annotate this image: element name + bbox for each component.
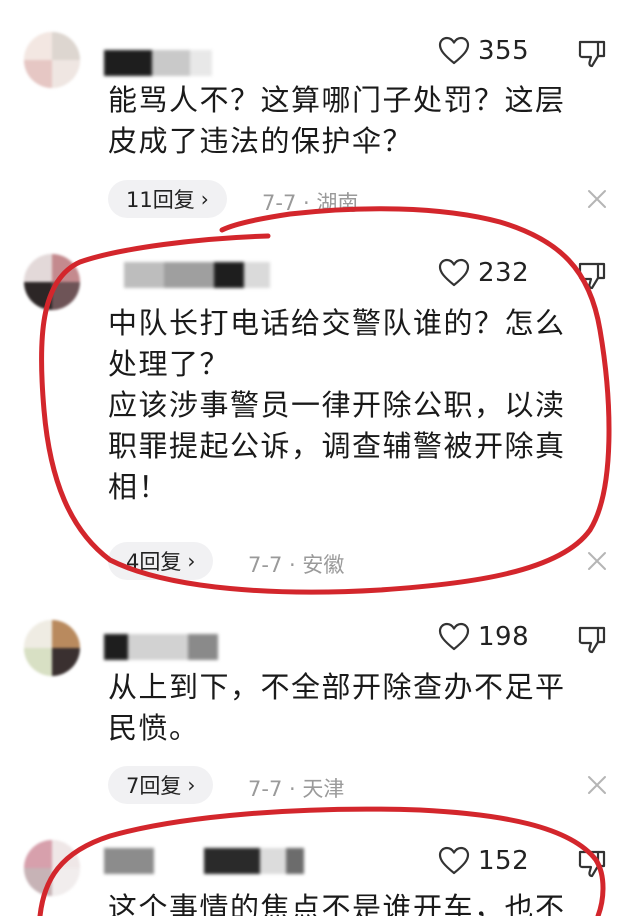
like-button[interactable]: 152 <box>438 846 529 876</box>
thumbs-down-icon[interactable] <box>576 624 608 656</box>
heart-outline-icon <box>438 36 470 65</box>
avatar[interactable] <box>24 32 80 88</box>
like-count: 152 <box>478 846 530 876</box>
close-icon[interactable] <box>586 774 608 796</box>
comment-text: 从上到下，不全部开除查办不足平 民愤。 <box>108 670 566 745</box>
comment-text: 中队长打电话给交警队谁的？怎么 处理了？ 应该涉事警员一律开除公职，以渎 职罪提… <box>108 306 566 504</box>
chevron-right-icon: › <box>187 549 196 573</box>
comment-text: 这个事情的焦点不是谁开车，也不 <box>108 891 566 916</box>
avatar[interactable] <box>24 254 80 310</box>
chevron-right-icon: › <box>187 773 196 797</box>
reply-count-label: 4回复 <box>126 550 182 574</box>
comment-meta: 7-7 · 安徽 <box>248 553 345 577</box>
like-button[interactable]: 232 <box>438 258 529 288</box>
heart-outline-icon <box>438 622 470 651</box>
like-button[interactable]: 355 <box>438 36 529 66</box>
comment-meta: 7-7 · 天津 <box>248 777 345 801</box>
comment-meta: 7-7 · 湖南 <box>262 191 359 215</box>
username-redacted[interactable] <box>104 50 214 76</box>
reply-count-button[interactable]: 7回复 › <box>108 766 214 804</box>
username-redacted[interactable] <box>104 634 224 660</box>
like-count: 355 <box>478 36 530 66</box>
comment-text: 能骂人不？这算哪门子处罚？这层 皮成了违法的保护伞？ <box>108 83 566 158</box>
like-button[interactable]: 198 <box>438 622 529 652</box>
thumbs-down-icon[interactable] <box>576 38 608 70</box>
avatar[interactable] <box>24 840 80 896</box>
like-count: 232 <box>478 258 530 288</box>
reply-count-label: 7回复 <box>126 774 182 798</box>
comment-feed: 355 能骂人不？这算哪门子处罚？这层 皮成了违法的保护伞？ 11回复 › 7-… <box>0 0 633 916</box>
thumbs-down-icon[interactable] <box>576 260 608 292</box>
chevron-right-icon: › <box>200 187 209 211</box>
reply-count-label: 11回复 <box>126 188 195 212</box>
close-icon[interactable] <box>586 550 608 572</box>
reply-count-button[interactable]: 11回复 › <box>108 180 227 218</box>
like-count: 198 <box>478 622 530 652</box>
heart-outline-icon <box>438 846 470 875</box>
heart-outline-icon <box>438 258 470 287</box>
close-icon[interactable] <box>586 188 608 210</box>
avatar[interactable] <box>24 620 80 676</box>
thumbs-down-icon[interactable] <box>576 848 608 880</box>
reply-count-button[interactable]: 4回复 › <box>108 542 214 580</box>
username-redacted[interactable] <box>104 848 304 874</box>
username-redacted[interactable] <box>104 262 274 288</box>
